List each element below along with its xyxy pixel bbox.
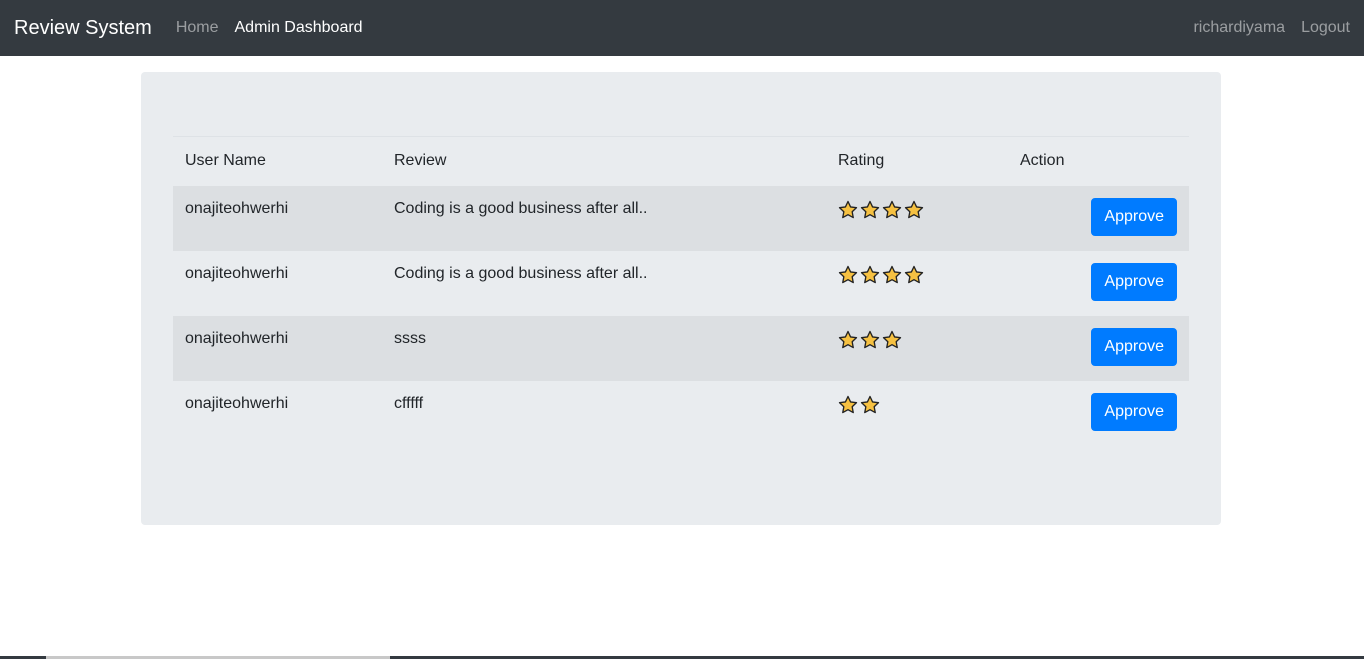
cell-review: Coding is a good business after all.. [394, 264, 648, 282]
star-icon [860, 200, 880, 220]
rating-stars [838, 200, 924, 220]
table-row: onajiteohwerhi Coding is a good business… [173, 251, 1189, 316]
reviews-card: User Name Review Rating Action onajiteoh… [141, 72, 1221, 525]
logout-link[interactable]: Logout [1301, 19, 1350, 37]
approve-button[interactable]: Approve [1091, 392, 1177, 431]
star-icon [860, 265, 880, 285]
cell-rating [826, 381, 1008, 446]
header-rating: Rating [826, 136, 1008, 186]
brand-logo[interactable]: Review System [14, 17, 152, 40]
star-icon [904, 200, 924, 220]
top-navbar: Review System Home Admin Dashboard richa… [0, 0, 1364, 56]
cell-rating [826, 251, 1008, 316]
header-action: Action [1008, 136, 1189, 186]
rating-stars [838, 330, 902, 350]
header-user-name: User Name [173, 136, 382, 186]
cell-user-name: onajiteohwerhi [185, 199, 289, 217]
table-header-row: User Name Review Rating Action [173, 136, 1189, 186]
cell-action: Approve [1008, 186, 1189, 251]
table-row: onajiteohwerhi ssss Approve [173, 315, 1189, 381]
approve-button[interactable]: Approve [1091, 262, 1177, 301]
cell-action: Approve [1008, 316, 1189, 381]
reviews-table: User Name Review Rating Action onajiteoh… [173, 136, 1189, 446]
table-row: onajiteohwerhi cfffff Approve [173, 381, 1189, 446]
star-icon [882, 330, 902, 350]
nav-link-home[interactable]: Home [176, 19, 219, 37]
cell-action: Approve [1008, 251, 1189, 316]
cell-review: Coding is a good business after all.. [394, 199, 648, 217]
star-icon [904, 265, 924, 285]
star-icon [882, 200, 902, 220]
approve-button[interactable]: Approve [1091, 327, 1177, 366]
cell-review: ssss [394, 329, 426, 347]
approve-button[interactable]: Approve [1091, 197, 1177, 236]
nav-user-link[interactable]: richardiyama [1193, 19, 1285, 37]
star-icon [838, 200, 858, 220]
star-icon [860, 330, 880, 350]
table-row: onajiteohwerhi Coding is a good business… [173, 185, 1189, 251]
star-icon [838, 395, 858, 415]
nav-right: richardiyama Logout [1177, 19, 1350, 37]
rating-stars [838, 265, 924, 285]
star-icon [860, 395, 880, 415]
star-icon [838, 265, 858, 285]
star-icon [882, 265, 902, 285]
cell-rating [826, 186, 1008, 251]
cell-user-name: onajiteohwerhi [185, 264, 289, 282]
cell-user-name: onajiteohwerhi [185, 394, 289, 412]
cell-review: cfffff [394, 394, 424, 412]
nav-link-admin-dashboard[interactable]: Admin Dashboard [235, 19, 363, 37]
header-review: Review [382, 136, 826, 186]
cell-action: Approve [1008, 381, 1189, 446]
cell-user-name: onajiteohwerhi [185, 329, 289, 347]
star-icon [838, 330, 858, 350]
cell-rating [826, 316, 1008, 381]
rating-stars [838, 395, 880, 415]
